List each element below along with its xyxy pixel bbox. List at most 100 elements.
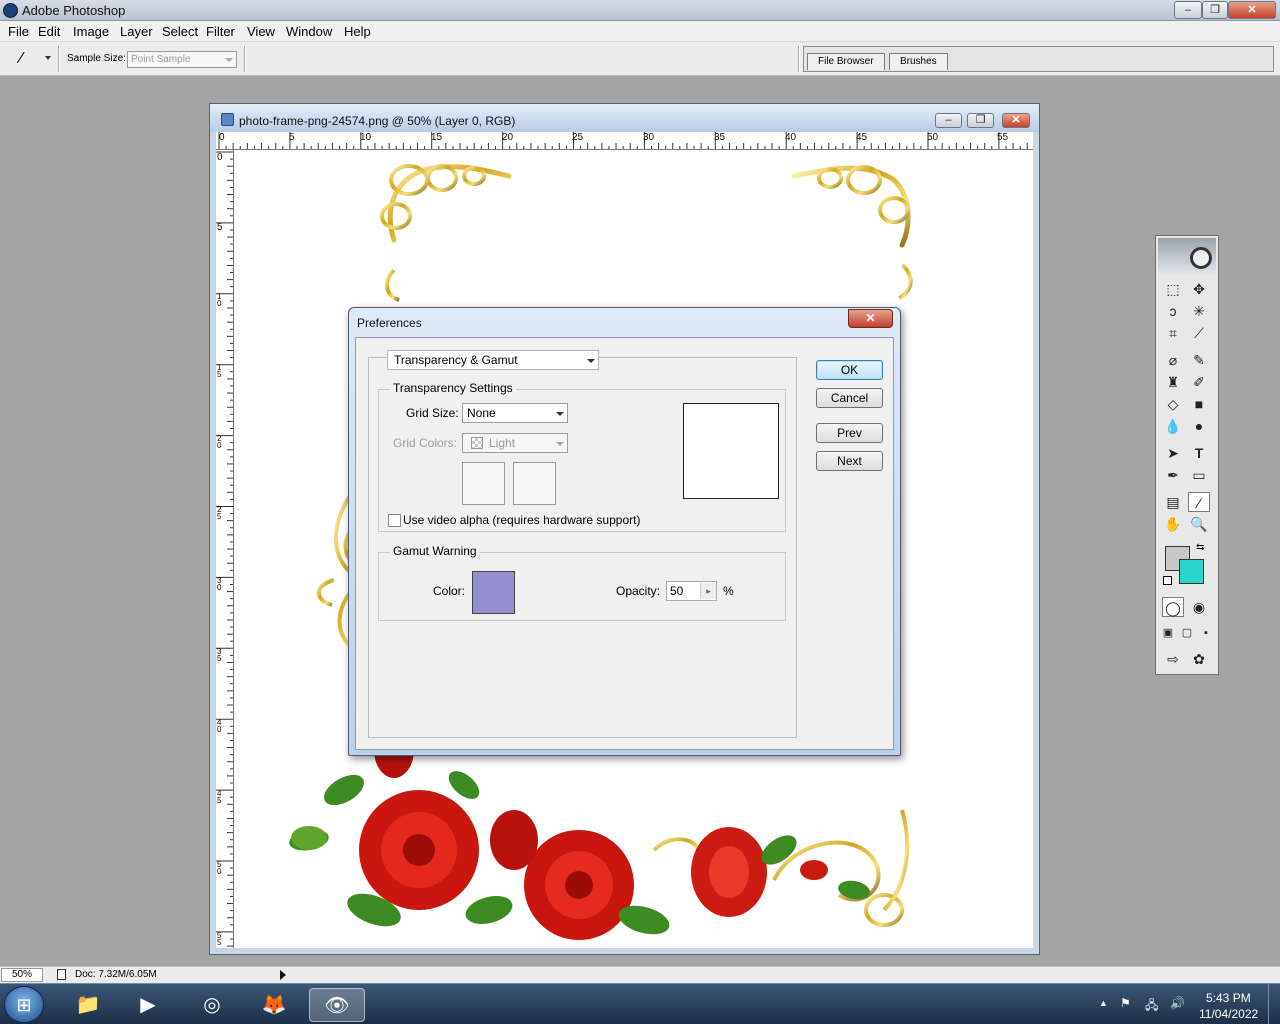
chrome-icon[interactable]: ◎ [192,988,232,1022]
blur-tool-icon[interactable]: 💧 [1162,416,1184,436]
zoom-tool-icon[interactable]: 🔍 [1188,514,1210,534]
brush-tool-icon[interactable]: ✎ [1188,350,1210,370]
restore-button[interactable]: ❐ [1202,1,1228,19]
dodge-tool-icon[interactable]: ● [1188,416,1210,436]
adobe-online-icon[interactable] [1158,238,1216,276]
full-screen-menu-mode-icon[interactable]: ▢ [1177,623,1197,643]
magic-wand-tool-icon[interactable]: ✳ [1188,301,1210,321]
firefox-icon[interactable]: 🦊 [254,988,294,1022]
status-menu-arrow-icon[interactable] [280,970,286,980]
healing-brush-tool-icon[interactable]: ⌀ [1162,350,1184,370]
ruler-top-label: 35 [714,132,726,143]
lasso-tool-icon[interactable]: ↄ [1162,301,1184,321]
full-screen-mode-icon[interactable]: ▪ [1196,623,1216,643]
cancel-button[interactable]: Cancel [816,388,883,408]
gamut-color-label: Color: [433,584,466,598]
menu-help[interactable]: Help [344,24,371,39]
section-select[interactable]: Transparency & Gamut [387,350,599,370]
type-tool-icon[interactable]: T [1188,443,1210,463]
minimize-button[interactable]: – [1174,1,1202,19]
photoshop-taskbar-icon[interactable]: 👁 [309,988,365,1022]
background-color-swatch[interactable] [1179,559,1204,584]
sample-size-label: Sample Size: [67,53,126,64]
tool-preset-arrow-icon[interactable] [45,56,51,60]
video-alpha-checkbox[interactable] [388,514,401,527]
clock-time[interactable]: 5:43 PM [1206,991,1251,1005]
shape-tool-icon[interactable]: ▭ [1188,465,1210,485]
grid-color-swatch-2[interactable] [513,462,556,505]
crop-tool-icon[interactable]: ⌗ [1162,323,1184,343]
standard-mode-icon[interactable]: ◯ [1162,597,1184,617]
document-title-bar[interactable]: photo-frame-png-24574.png @ 50% (Layer 0… [210,104,1039,132]
next-button[interactable]: Next [816,451,883,471]
menu-filter[interactable]: Filter [206,24,235,39]
grid-color-swatch-1[interactable] [462,462,505,505]
dialog-close-button[interactable]: ✕ [848,309,893,328]
prev-button[interactable]: Prev [816,423,883,443]
dialog-body: Transparency & Gamut Transparency Settin… [355,337,894,750]
marquee-tool-icon[interactable]: ⬚ [1162,279,1184,299]
doc-close-button[interactable]: ✕ [1002,113,1030,128]
ruler-top-label: 5 [289,132,295,143]
tab-file-browser[interactable]: File Browser [807,53,885,70]
opacity-slider-arrow-icon[interactable]: ▸ [700,583,716,599]
ok-button[interactable]: OK [816,360,883,380]
ruler-top-label: 55 [997,132,1009,143]
jump-to-imageready-icon[interactable]: ⇨ [1162,649,1184,669]
slice-tool-icon[interactable]: ⟋ [1188,323,1210,343]
doc-minimize-button[interactable]: – [935,113,962,128]
history-brush-tool-icon[interactable]: ✐ [1188,372,1210,392]
chevron-down-icon [225,58,233,62]
ruler-left-label: 45 [217,789,222,805]
hand-tool-icon[interactable]: ✋ [1162,514,1184,534]
media-player-icon[interactable]: ▶ [128,988,168,1022]
pen-tool-icon[interactable]: ✒ [1162,465,1184,485]
menu-view[interactable]: View [247,24,275,39]
network-icon[interactable]: 🖧 [1145,996,1158,1017]
vertical-ruler[interactable]: 0 5 10 15 20 25 30 35 40 45 50 55 [216,150,234,948]
menu-window[interactable]: Window [286,24,332,39]
menu-edit[interactable]: Edit [38,24,60,39]
ruler-top-label: 15 [431,132,443,143]
action-center-icon[interactable]: ⚑ [1120,996,1131,1010]
move-tool-icon[interactable]: ✥ [1188,279,1210,299]
zoom-level-field[interactable]: 50% [1,968,43,982]
clone-stamp-tool-icon[interactable]: ♜ [1162,372,1184,392]
notes-tool-icon[interactable]: ▤ [1162,492,1184,512]
close-button[interactable]: ✕ [1228,1,1276,19]
standard-screen-mode-icon[interactable]: ▣ [1158,623,1178,643]
section-select-value: Transparency & Gamut [394,353,518,367]
swap-colors-icon[interactable]: ⇆ [1196,542,1204,553]
opacity-input[interactable]: 50 ▸ [666,581,717,601]
grid-colors-select[interactable]: Light [462,433,568,453]
start-button[interactable]: ⊞ [4,986,44,1023]
file-explorer-icon[interactable]: 📁 [68,988,108,1022]
volume-icon[interactable]: 🔊 [1170,996,1185,1010]
eyedropper-tool-icon[interactable]: ⁄ [1188,492,1210,512]
menu-file[interactable]: File [8,24,29,39]
horizontal-ruler[interactable]: 0 5 10 15 20 25 30 35 40 45 50 55 [216,132,1033,150]
menu-image[interactable]: Image [73,24,109,39]
quick-mask-mode-icon[interactable]: ◉ [1188,597,1210,617]
video-alpha-label[interactable]: Use video alpha (requires hardware suppo… [403,513,640,527]
opacity-value: 50 [670,584,684,598]
eraser-tool-icon[interactable]: ◇ [1162,394,1184,414]
close-icon: ✕ [865,311,876,325]
grid-size-select[interactable]: None [462,403,568,423]
show-hidden-icons-icon[interactable]: ▲ [1099,998,1108,1008]
imageready-icon[interactable]: ✿ [1188,649,1210,669]
path-selection-tool-icon[interactable]: ➤ [1162,443,1184,463]
gamut-color-swatch[interactable] [472,571,515,614]
menu-select[interactable]: Select [162,24,198,39]
clock-date[interactable]: 11/04/2022 [1199,1007,1258,1021]
show-desktop-button[interactable] [1268,984,1280,1024]
ruler-top-label: 50 [927,132,939,143]
gradient-tool-icon[interactable]: ■ [1188,394,1210,414]
tab-brushes[interactable]: Brushes [889,53,948,70]
doc-restore-button[interactable]: ❐ [967,113,994,128]
ruler-left-label: 10 [217,292,222,308]
menu-layer[interactable]: Layer [120,24,153,39]
eyedropper-icon[interactable]: ⁄ [20,50,23,68]
sample-size-select[interactable]: Point Sample [127,51,237,68]
default-colors-icon[interactable] [1163,576,1172,585]
